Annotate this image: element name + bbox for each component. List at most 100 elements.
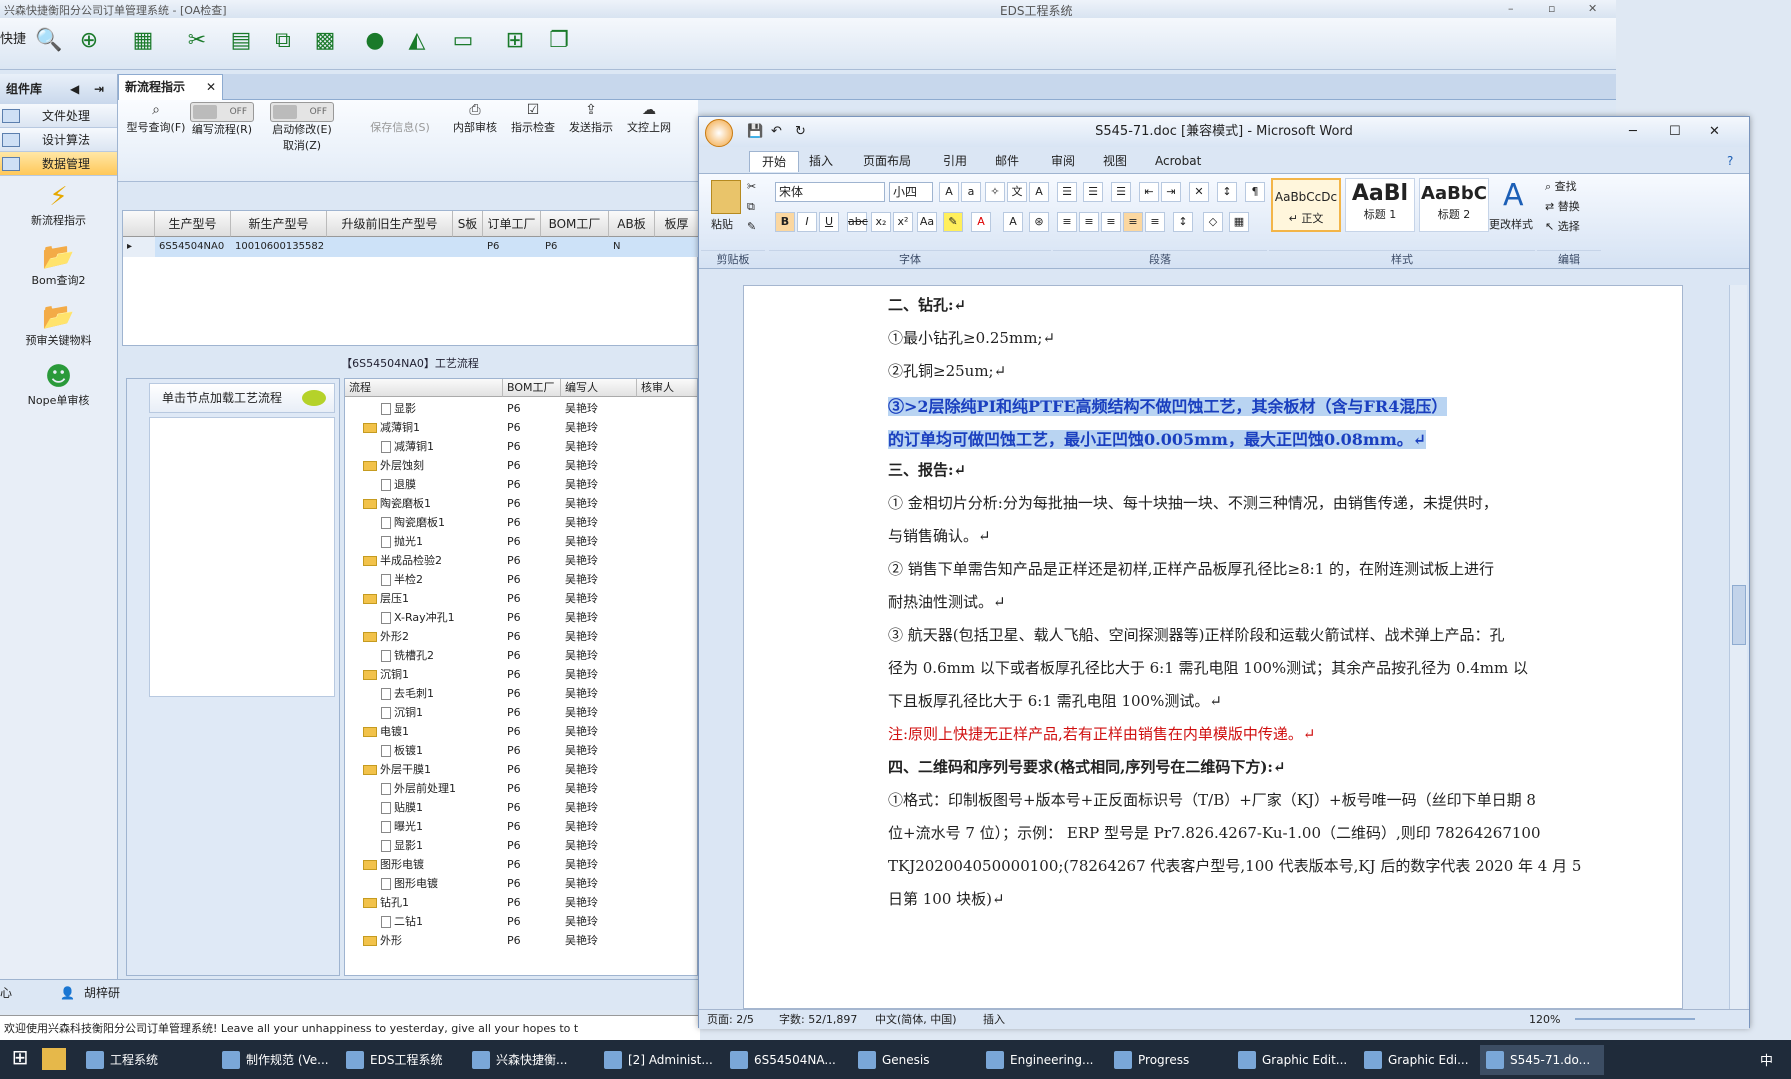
language[interactable]: 中文(简体, 中国)	[875, 1010, 957, 1030]
cell[interactable]: 10010600135582	[231, 237, 327, 257]
sidebar-tool-nope[interactable]: ☻ Nope单审核	[0, 362, 117, 416]
author-cell[interactable]: 吴艳玲	[565, 779, 598, 798]
ime-indicator[interactable]: 中	[1760, 1050, 1773, 1069]
tree-node[interactable]: 图形电镀	[381, 874, 438, 893]
tree-node[interactable]: 陶瓷磨板1	[363, 494, 431, 513]
sidebar-tool-new-flow[interactable]: ⚡ 新流程指示	[0, 182, 117, 236]
bom-cell[interactable]: P6	[507, 456, 521, 475]
bom-cell[interactable]: P6	[507, 855, 521, 874]
cell[interactable]: N	[609, 237, 655, 257]
scroll-thumb[interactable]	[1732, 585, 1746, 645]
tree-row[interactable]: 外层干膜1 P6 吴艳玲	[345, 760, 697, 779]
collapse-arrow-icon[interactable]: ◀	[70, 74, 79, 104]
enclose-char-icon[interactable]: ⊛	[1029, 212, 1049, 232]
tree-node[interactable]: 曝光1	[381, 817, 423, 836]
taskbar-item[interactable]: Graphic Edi...	[1358, 1045, 1482, 1075]
word-count[interactable]: 字数: 52/1,897	[779, 1010, 857, 1030]
office-button-icon[interactable]	[705, 119, 733, 147]
document-line[interactable]: 位+流水号 7 位）；示例： ERP 型号是 Pr7.826.4267-Ku-1…	[888, 822, 1541, 843]
underline-icon[interactable]: U	[819, 212, 839, 232]
write-flow-button[interactable]: OFF 编写流程(R)	[182, 102, 262, 138]
decrease-indent-icon[interactable]: ⇤	[1139, 182, 1159, 202]
tree-row[interactable]: 陶瓷磨板1 P6 吴艳玲	[345, 494, 697, 513]
maximize-button[interactable]: ☐	[1669, 117, 1681, 147]
bullets-icon[interactable]: ☰	[1057, 182, 1077, 202]
author-cell[interactable]: 吴艳玲	[565, 532, 598, 551]
minimize-button[interactable]: –	[1508, 2, 1514, 15]
numbering-icon[interactable]: ☰	[1083, 182, 1103, 202]
copy-icon[interactable]: ⧉	[268, 26, 298, 56]
style-heading1[interactable]: AaBl 标题 1	[1345, 178, 1415, 232]
document-line[interactable]: 二、钻孔:↵	[888, 294, 1488, 315]
tree-row[interactable]: 显影 P6 吴艳玲	[345, 399, 697, 418]
document-line[interactable]: 与销售确认。↵	[888, 525, 1488, 546]
author-cell[interactable]: 吴艳玲	[565, 570, 598, 589]
tree-node[interactable]: 半成品检验2	[363, 551, 442, 570]
font-size-select[interactable]: 小四	[889, 182, 933, 202]
tree-row[interactable]: 外形2 P6 吴艳玲	[345, 627, 697, 646]
restore-icon[interactable]: ❐	[544, 26, 574, 56]
pin-icon[interactable]: ⇥	[94, 74, 104, 104]
cell[interactable]	[655, 237, 699, 257]
tab-layout[interactable]: 页面布局	[863, 151, 911, 171]
redo-icon[interactable]: ↻	[795, 117, 806, 147]
tree-node[interactable]: 贴膜1	[381, 798, 423, 817]
taskbar-item[interactable]: 制作规范 (Ve...	[216, 1045, 340, 1075]
highlight-icon[interactable]: ✎	[943, 212, 963, 232]
windows-icon[interactable]: ⊞	[500, 26, 530, 56]
author-cell[interactable]: 吴艳玲	[565, 589, 598, 608]
column-header[interactable]: 订单工厂	[483, 211, 541, 237]
column-header[interactable]: 流程	[345, 379, 503, 397]
shrink-font-icon[interactable]: a	[961, 182, 981, 202]
select-button[interactable]: ↖ 选择	[1545, 218, 1580, 234]
document-line[interactable]: 三、报告:↵	[888, 459, 1488, 480]
vertical-scrollbar[interactable]	[1729, 285, 1747, 1009]
author-cell[interactable]: 吴艳玲	[565, 912, 598, 931]
font-color-icon[interactable]: A	[971, 212, 991, 232]
internal-review-button[interactable]: ⎙ 内部审核	[448, 102, 502, 136]
cell[interactable]: P6	[483, 237, 541, 257]
tree-node[interactable]: 层压1	[363, 589, 409, 608]
borders-icon[interactable]: ▦	[1229, 212, 1249, 232]
document-line[interactable]: ③>2层除纯PI和纯PTFE高频结构不做凹蚀工艺，其余板材（含与FR4混压）	[888, 393, 1488, 417]
tree-row[interactable]: 图形电镀 P6 吴艳玲	[345, 874, 697, 893]
author-cell[interactable]: 吴艳玲	[565, 399, 598, 418]
tab-review[interactable]: 审阅	[1051, 151, 1075, 171]
close-icon[interactable]: ✕	[206, 75, 216, 99]
tree-row[interactable]: 层压1 P6 吴艳玲	[345, 589, 697, 608]
author-cell[interactable]: 吴艳玲	[565, 418, 598, 437]
document-line[interactable]: ①最小钻孔≥0.25mm;↵	[888, 327, 1488, 348]
change-case-icon[interactable]: Aa	[917, 212, 937, 232]
taskbar-item[interactable]: Engineering...	[980, 1045, 1104, 1075]
bom-cell[interactable]: P6	[507, 741, 521, 760]
tree-node[interactable]: 外形2	[363, 627, 409, 646]
lifebuoy-icon[interactable]: ⊕	[74, 26, 104, 56]
author-cell[interactable]: 吴艳玲	[565, 475, 598, 494]
author-cell[interactable]: 吴艳玲	[565, 665, 598, 684]
document-line[interactable]: 注:原则上快捷无正样产品,若有正样由销售在内单模版中传递。↵	[888, 723, 1488, 744]
tree-row[interactable]: 减薄铜1 P6 吴艳玲	[345, 418, 697, 437]
author-cell[interactable]: 吴艳玲	[565, 608, 598, 627]
file-explorer-icon[interactable]	[42, 1048, 66, 1070]
justify-icon[interactable]: ≡	[1123, 212, 1143, 232]
bom-cell[interactable]: P6	[507, 760, 521, 779]
document-line[interactable]: 四、二维码和序列号要求(格式相同,序列号在二维码下方):↵	[888, 756, 1488, 777]
bom-cell[interactable]: P6	[507, 836, 521, 855]
bom-cell[interactable]: P6	[507, 608, 521, 627]
tree-node[interactable]: 外层蚀刻	[363, 456, 424, 475]
tab-view[interactable]: 视图	[1103, 151, 1127, 171]
tree-node[interactable]: 沉铜1	[363, 665, 409, 684]
author-cell[interactable]: 吴艳玲	[565, 684, 598, 703]
column-header[interactable]: S板	[453, 211, 483, 237]
strike-icon[interactable]: abc	[847, 212, 868, 232]
tree-row[interactable]: 减薄铜1 P6 吴艳玲	[345, 437, 697, 456]
bom-cell[interactable]: P6	[507, 532, 521, 551]
subscript-icon[interactable]: x₂	[871, 212, 891, 232]
taskbar-item[interactable]: [2] Administ...	[598, 1045, 722, 1075]
tree-node[interactable]: 铣槽孔2	[381, 646, 434, 665]
tree-row[interactable]: 陶瓷磨板1 P6 吴艳玲	[345, 513, 697, 532]
close-button[interactable]: ✕	[1588, 2, 1597, 15]
paste-icon[interactable]	[711, 180, 741, 214]
tree-node[interactable]: 减薄铜1	[381, 437, 434, 456]
bom-cell[interactable]: P6	[507, 513, 521, 532]
